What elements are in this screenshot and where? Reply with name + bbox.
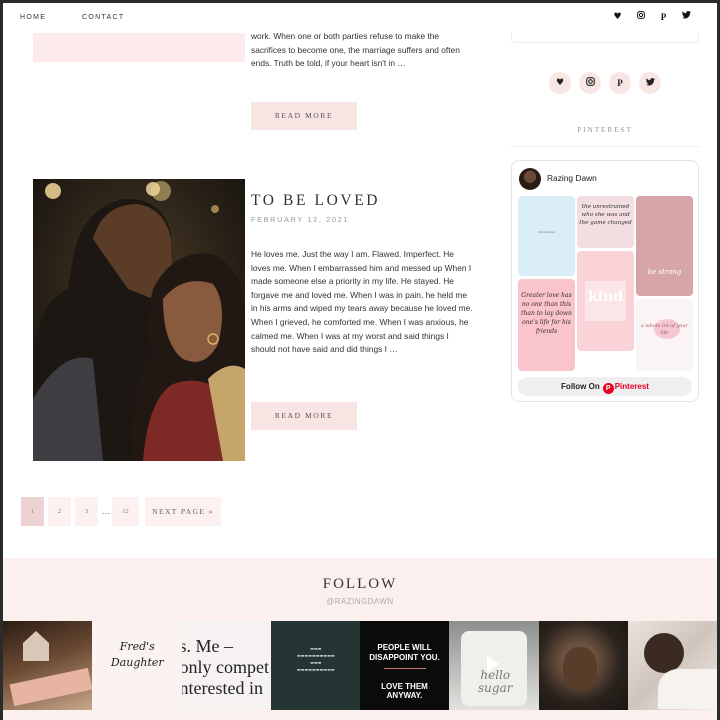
heart-icon[interactable]: ♥ — [549, 72, 571, 94]
pagination: 1 2 3 … 12 NEXT PAGE » — [21, 497, 221, 526]
sidebar-social-icons: ♥ P — [549, 72, 661, 94]
instagram-feed: Fred's Daughter s. Me – only compet nter… — [3, 621, 717, 710]
page-1-link[interactable]: 1 — [21, 497, 44, 526]
post-2-title[interactable]: TO BE LOVED — [251, 192, 380, 210]
pinterest-icon[interactable]: P — [609, 72, 631, 94]
pagination-ellipsis: … — [102, 507, 110, 516]
post-1-featured-image[interactable] — [33, 28, 245, 62]
pin-tile[interactable]: be strong — [636, 196, 693, 296]
tile-text: PEOPLE WILL DISAPPOINT YOU. — [369, 643, 440, 662]
instagram-post[interactable] — [538, 621, 628, 710]
instagram-post[interactable]: ▬▬▬ ▬▬▬▬▬▬▬▬▬▬ ▬▬▬ ▬▬▬▬▬▬▬▬▬▬ — [270, 621, 360, 710]
instagram-follow-section: FOLLOW @RAZINGDAWN Fred's Daughter s. Me… — [3, 558, 717, 720]
tile-text: LOVE THEM ANYWAY. — [381, 682, 428, 700]
post-1-excerpt: work. When one or both parties refuse to… — [251, 31, 460, 69]
play-icon[interactable] — [487, 656, 500, 672]
instagram-icon[interactable] — [636, 11, 645, 23]
tile-text: Fred's Daughter — [110, 640, 164, 669]
page-2-link[interactable]: 2 — [48, 497, 71, 526]
page: HOME CONTACT ♥ P work. When one or both … — [3, 3, 717, 720]
instagram-handle[interactable]: @RAZINGDAWN — [3, 597, 717, 606]
post-2-read-more-button[interactable]: READ MORE — [251, 402, 357, 430]
tile-text: nterested in — [181, 678, 263, 698]
pin-tile[interactable]: kind — [577, 251, 634, 351]
pin-tile[interactable]: Greater love has no one than this than t… — [518, 279, 575, 371]
nav-contact-link[interactable]: CONTACT — [82, 14, 124, 21]
instagram-post[interactable] — [627, 621, 717, 710]
pinterest-logo-icon: P — [602, 383, 614, 394]
instagram-post[interactable]: hello sugar — [449, 621, 539, 710]
heart-icon[interactable]: ♥ — [613, 11, 622, 23]
tile-text: s. Me – — [181, 636, 234, 656]
nav-social-icons: ♥ P — [613, 11, 691, 23]
page-3-link[interactable]: 3 — [75, 497, 98, 526]
pinterest-widget-heading: PINTEREST — [577, 125, 633, 134]
nav-home-link[interactable]: HOME — [20, 14, 46, 21]
avatar[interactable] — [519, 168, 541, 190]
pin-tile[interactable]: the unrestrained who she was and the gam… — [577, 196, 634, 248]
instagram-post[interactable]: s. Me – only compet nterested in — [181, 621, 271, 710]
page-12-link[interactable]: 12 — [112, 497, 139, 526]
instagram-post[interactable]: Fred's Daughter — [92, 621, 182, 710]
instagram-icon[interactable] — [579, 72, 601, 94]
pin-tile[interactable]: a whole lot of your life — [636, 299, 693, 371]
pin-tile[interactable]: ▬▬▬▬▬▬ — [518, 196, 575, 276]
top-nav: HOME CONTACT ♥ P — [3, 3, 717, 33]
pinterest-icon[interactable]: P — [659, 11, 668, 23]
tile-text: hello sugar — [478, 668, 513, 695]
post-2-excerpt: He loves me. Just the way I am. Flawed. … — [251, 249, 473, 355]
instagram-post[interactable]: PEOPLE WILL DISAPPOINT YOU. LOVE THEM AN… — [360, 621, 450, 710]
pinterest-widget: Razing Dawn ▬▬▬▬▬▬ Greater love has no o… — [511, 160, 699, 402]
twitter-icon[interactable] — [639, 72, 661, 94]
instagram-post[interactable] — [3, 621, 93, 710]
pinterest-account-name[interactable]: Razing Dawn — [547, 173, 597, 183]
couple-photo — [33, 179, 245, 461]
pinterest-brand-label: Pinterest — [614, 382, 649, 391]
sidebar-divider — [511, 146, 699, 147]
tile-text: only compet — [181, 657, 269, 677]
next-page-link[interactable]: NEXT PAGE » — [145, 497, 221, 526]
pinterest-follow-button[interactable]: Follow On P Pinterest — [518, 377, 692, 396]
follow-heading: FOLLOW — [322, 576, 398, 592]
follow-on-label: Follow On — [561, 382, 600, 391]
post-2-featured-image[interactable] — [33, 179, 245, 461]
twitter-icon[interactable] — [682, 11, 691, 23]
post-2-date: FEBRUARY 12, 2021 — [251, 215, 349, 224]
post-1-read-more-button[interactable]: READ MORE — [251, 102, 357, 130]
